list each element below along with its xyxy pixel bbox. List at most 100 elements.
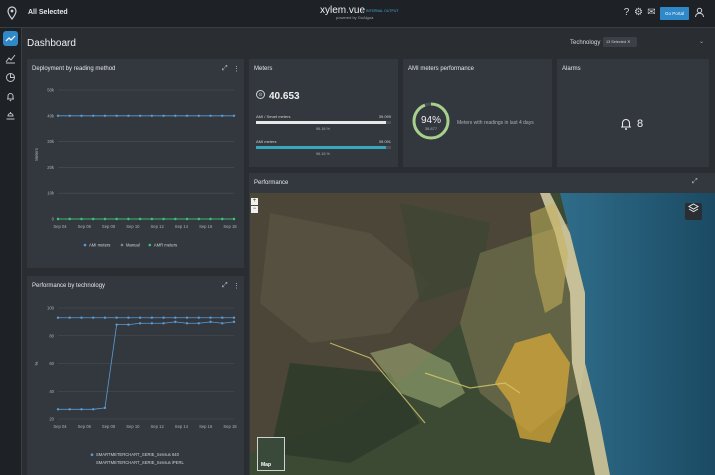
meters-title: Meters [254,66,273,72]
data-point [221,217,224,221]
meters-row-label: AMI meters [256,139,277,144]
basemap-toggle[interactable]: Map [257,437,285,471]
expand-icon[interactable]: ⤢ [692,178,698,186]
data-point [185,217,189,221]
zoom-out-button[interactable]: − [251,206,258,213]
x-tick-label: Sep 16 [199,424,213,429]
zoom-in-button[interactable]: + [251,198,258,205]
x-tick-label: Sep 10 [126,424,140,429]
bell-icon [620,117,632,134]
data-point [162,316,165,319]
data-point [138,322,142,325]
x-tick-label: Sep 14 [175,424,189,429]
data-point [197,217,200,221]
selection-label[interactable]: All Selected [28,9,68,16]
ami-performance-title: AMI meters performance [408,66,475,72]
chevron-down-icon[interactable]: ⌄ [699,38,704,45]
data-point [138,114,142,117]
data-point [115,323,118,326]
x-tick-label: Sep 16 [199,224,213,229]
data-point [127,217,130,221]
legend-label: SMARTMETERCHART_SERIE_Sensus iPERL [96,460,184,465]
legend-marker [120,243,124,247]
legend-marker [83,243,87,247]
performance-tech-panel: Performance by technology ⤢ ⋮ 20 40 60 80 10… [27,276,244,475]
y-tick-label: 10k [47,191,55,196]
ami-performance-sub: 38.877 [425,126,438,131]
worker-icon[interactable] [5,110,16,121]
x-tick-label: Sep 06 [78,424,92,429]
location-icon[interactable] [6,6,18,20]
meters-row-fill [256,121,386,124]
technology-chip-label: 13 Selected [606,40,627,44]
data-point [68,408,71,411]
performance-tech-chart: 20 40 60 80 100% Sep 04 Sep 06 Sep 08 Sep 10 Sep … [34,306,237,466]
data-point [209,320,212,324]
user-icon[interactable] [694,7,705,18]
gear-icon[interactable]: ⚙ [633,7,644,18]
close-icon[interactable]: ✕ [627,40,630,44]
y-tick-label: 20 [49,417,54,422]
layers-button[interactable] [685,203,702,220]
ami-performance-value: 94% [421,115,441,126]
meters-row-count: 39.091 [378,139,391,144]
data-point [174,316,177,319]
x-tick-label: Sep 04 [53,424,67,429]
alarms-title: Alarms [562,66,581,72]
x-tick-label: Sep 12 [151,424,165,429]
data-point [150,322,154,325]
data-point [103,217,107,221]
y-tick-label: 100 [47,306,55,311]
top-bar: All Selected xylem.vue powered by GoAigu… [0,0,715,28]
help-icon[interactable]: ? [621,7,632,18]
ami-performance-description: Meters with readings in last 4 days [457,120,534,126]
data-point [103,406,107,410]
technology-label: Technology [570,40,601,46]
x-tick-label: Sep 18 [223,224,237,229]
legend-label: SMARTMETERCHART_SERIE_Sensus 640 [96,452,180,457]
data-point [150,316,154,319]
data-point [92,217,95,221]
y-tick-label: 60 [49,361,54,366]
legend-label: AMI meters [89,243,110,248]
data-point [232,320,236,324]
data-point [174,114,177,117]
meters-row-label: AMI / Smart meters [256,114,291,119]
data-point [138,217,142,221]
data-point [174,217,177,221]
satellite-map[interactable] [250,193,715,475]
x-tick-label: Sep 08 [102,224,116,229]
bell-icon[interactable] [5,91,16,102]
data-point [103,316,107,319]
nav-dashboard[interactable] [3,31,18,46]
data-point [150,114,154,117]
data-point [185,114,189,117]
data-point [174,320,177,324]
data-point [127,323,130,326]
y-tick-label: 50k [47,88,55,93]
data-point [92,408,95,411]
meters-row-pct: 96.16 % [316,152,330,156]
technology-chip[interactable]: 13 Selected ✕ [603,37,637,47]
data-point [80,408,83,411]
meters-row-count: 39.099 [378,114,391,119]
data-point [56,408,60,411]
data-point [185,322,189,325]
mail-icon[interactable]: ✉ [646,7,657,18]
alarms-panel[interactable]: Alarms 8 [557,59,709,167]
pie-chart-icon[interactable] [5,72,16,83]
data-point [127,114,130,117]
ami-performance-panel: AMI meters performance 94% 38.877 Meters… [403,59,552,167]
data-point [68,114,71,117]
y-tick-label: 30k [47,139,55,144]
go-portal-button[interactable]: Go Portal [660,7,689,20]
data-point [80,114,83,117]
meters-panel: Meters ⊙ 40.653 AMI / Smart meters 39.09… [249,59,398,167]
x-tick-label: Sep 04 [53,224,67,229]
data-point [68,316,71,319]
data-point [162,322,165,325]
chart-line-icon[interactable] [5,53,16,64]
y-tick-label: 40k [47,113,55,118]
y-tick-label: 0 [52,217,55,222]
meter-icon: ⊙ [256,90,265,99]
